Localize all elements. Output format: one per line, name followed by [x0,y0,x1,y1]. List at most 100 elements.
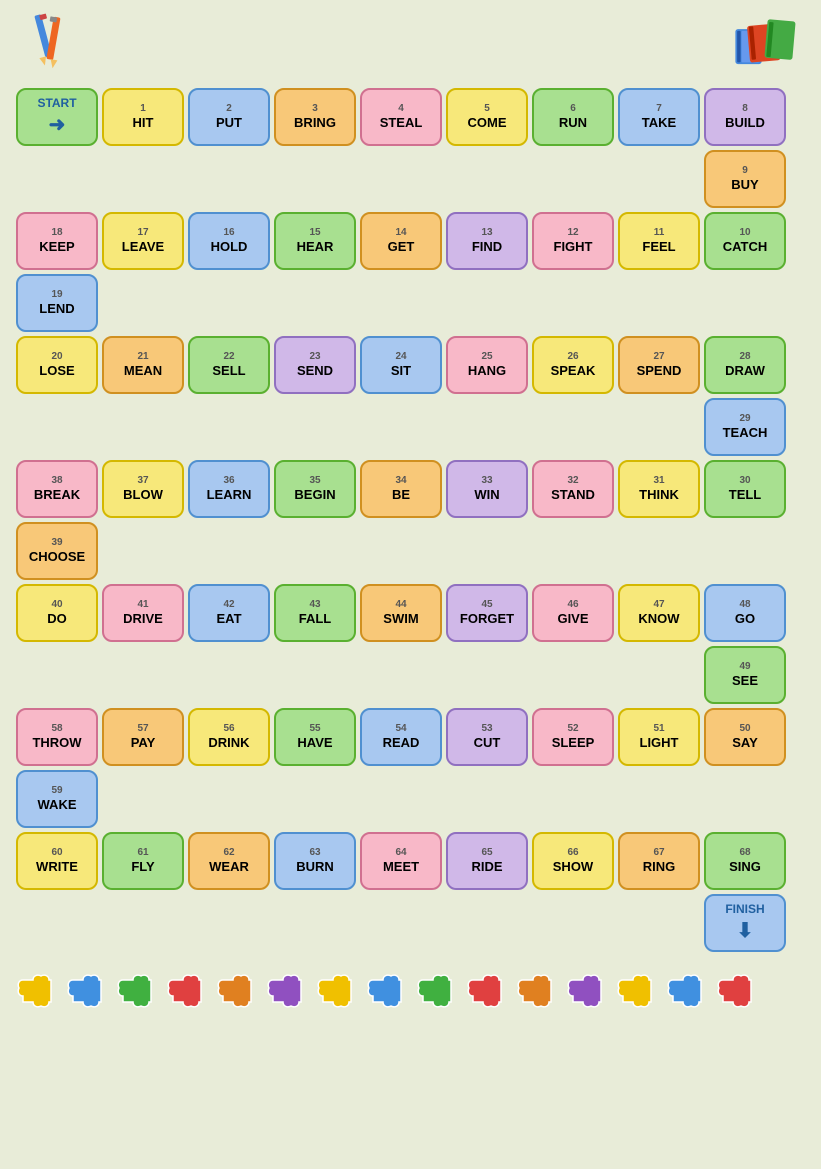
cell-word: WEAR [209,859,249,876]
cell-c2: 2 PUT [188,88,270,146]
cell-number: 61 [137,846,148,859]
puzzle-piece-8 [415,972,459,1010]
cell-word: MEET [383,859,419,876]
cell-word: BLOW [123,487,163,504]
spacer-sp35 [102,646,184,704]
cell-number: 15 [309,226,320,239]
cell-number: 60 [51,846,62,859]
puzzle-piece-3 [165,972,209,1010]
spacer-sp41 [618,646,700,704]
cell-number: 57 [137,722,148,735]
cell-word: CUT [474,735,501,752]
cell-c56: 56 DRINK [188,708,270,766]
cell-c65: 65 RIDE [446,832,528,890]
cell-word: HIT [133,115,154,132]
cell-number: 10 [739,226,750,239]
cell-c64: 64 MEET [360,832,442,890]
cell-c1: 1 HIT [102,88,184,146]
cell-number: 38 [51,474,62,487]
board: START ➜1 HIT2 PUT3 BRING4 STEAL5 COME6 R… [10,82,811,962]
cell-c7: 7 TAKE [618,88,700,146]
cell-number: 36 [223,474,234,487]
spacer-sp33 [704,522,786,580]
board-row-row4b: 39 CHOOSE [16,522,805,580]
cell-word: KEEP [39,239,74,256]
cell-word: FORGET [460,611,514,628]
cell-word: HOLD [211,239,248,256]
cell-number: 33 [481,474,492,487]
spacer-sp2 [102,150,184,208]
cell-c27: 27 SPEND [618,336,700,394]
cell-c13: 13 FIND [446,212,528,270]
puzzle-piece-9 [465,972,509,1010]
cell-word: RIDE [471,859,502,876]
spacer-sp24 [532,398,614,456]
cell-c3: 3 BRING [274,88,356,146]
cell-word: SHOW [553,859,593,876]
cell-c29: 29 TEACH [704,398,786,456]
spacer-sp1 [16,150,98,208]
spacer-sp23 [446,398,528,456]
cell-c16: 16 HOLD [188,212,270,270]
cell-word: GIVE [557,611,588,628]
spacer-sp22 [360,398,442,456]
cell-c60: 60 WRITE [16,832,98,890]
cell-word: TELL [729,487,762,504]
cell-c53: 53 CUT [446,708,528,766]
cell-number: 17 [137,226,148,239]
cell-c41: 41 DRIVE [102,584,184,642]
pencils-icon [20,10,80,70]
board-row-row6: 58 THROW57 PAY56 DRINK55 HAVE54 READ53 C… [16,708,805,766]
cell-word: BURN [296,859,334,876]
cell-c54: 54 READ [360,708,442,766]
spacer-sp11 [188,274,270,332]
cell-number: 62 [223,846,234,859]
cell-number: 8 [742,102,748,115]
cell-c32: 32 STAND [532,460,614,518]
cell-word: FEEL [642,239,675,256]
cell-c49: 49 SEE [704,646,786,704]
spacer-sp32 [618,522,700,580]
cell-number: 48 [739,598,750,611]
puzzle-piece-1 [65,972,109,1010]
cell-word: PAY [131,735,156,752]
cell-c20: 20 LOSE [16,336,98,394]
cell-c11: 11 FEEL [618,212,700,270]
cell-word: CHOOSE [29,549,85,566]
cell-word: WRITE [36,859,78,876]
cell-number: 58 [51,722,62,735]
cell-c45: 45 FORGET [446,584,528,642]
cell-number: 6 [570,102,576,115]
board-row-row2: 18 KEEP17 LEAVE16 HOLD15 HEAR14 GET13 FI… [16,212,805,270]
cell-number: 39 [51,536,62,549]
spacer-sp42 [102,770,184,828]
cell-word: COME [468,115,507,132]
cell-word: BRING [294,115,336,132]
cell-number: 13 [481,226,492,239]
spacer-sp17 [704,274,786,332]
cell-c24: 24 SIT [360,336,442,394]
cell-number: 18 [51,226,62,239]
cell-number: 65 [481,846,492,859]
spacer-sp18 [16,398,98,456]
cell-number: 22 [223,350,234,363]
cell-number: 40 [51,598,62,611]
cell-word: WAKE [38,797,77,814]
cell-c12: 12 FIGHT [532,212,614,270]
cell-number: 34 [395,474,406,487]
cell-number: 59 [51,784,62,797]
cell-c33: 33 WIN [446,460,528,518]
spacer-sp44 [274,770,356,828]
spacer-sp21 [274,398,356,456]
spacer-sp12 [274,274,356,332]
cell-c4: 4 STEAL [360,88,442,146]
cell-word: TAKE [642,115,676,132]
cell-c5: 5 COME [446,88,528,146]
cell-number: 3 [312,102,318,115]
puzzle-piece-13 [665,972,709,1010]
puzzle-piece-4 [215,972,259,1010]
puzzle-piece-11 [565,972,609,1010]
cell-c62: 62 WEAR [188,832,270,890]
books-icon [731,10,801,70]
cell-word: FALL [299,611,332,628]
